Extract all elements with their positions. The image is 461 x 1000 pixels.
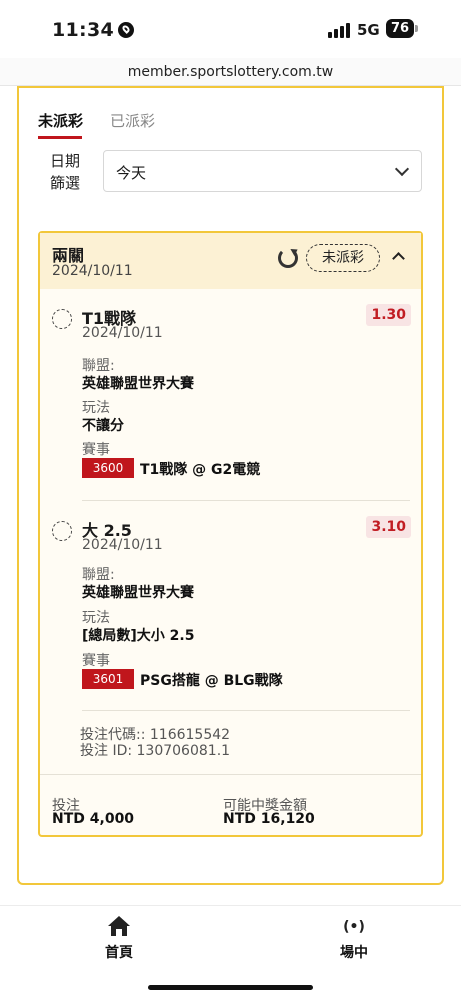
nav-live-label: 場中: [340, 945, 368, 961]
chevron-up-icon[interactable]: [392, 252, 405, 265]
bet-date: 2024/10/11: [52, 263, 133, 279]
date-filter-select[interactable]: 今天: [103, 150, 422, 192]
stake-value: NTD 4,000: [52, 811, 135, 827]
bet-selection: T1戰隊 2024/10/11 1.30 聯盟: 英雄聯盟世界大賽 玩法 不讓分…: [40, 289, 421, 501]
browser-url-bar[interactable]: member.sportslottery.com.tw: [0, 58, 461, 86]
bet-footer-divider: [40, 774, 421, 775]
date-filter-label-line1: 日期: [50, 152, 81, 170]
status-badge: 未派彩: [306, 244, 380, 272]
pending-status-icon: [52, 521, 72, 541]
selection-divider: [82, 710, 410, 711]
active-tab-indicator: [38, 136, 82, 139]
event-label: 賽事: [82, 442, 110, 458]
home-indicator: [148, 985, 313, 990]
nav-live[interactable]: (•) 場中: [324, 916, 384, 962]
selection-date: 2024/10/11: [82, 537, 163, 553]
battery-icon: 76: [386, 19, 414, 38]
market-value: 不讓分: [82, 418, 124, 434]
network-type: 5G: [357, 21, 380, 39]
league-value: 英雄聯盟世界大賽: [82, 585, 194, 601]
nav-home-label: 首頁: [105, 945, 133, 961]
home-icon: [107, 916, 131, 938]
odds-badge: 1.30: [366, 304, 411, 326]
market-label: 玩法: [82, 400, 110, 416]
date-filter-value: 今天: [116, 164, 147, 182]
status-bar: 11:34 5G 76: [0, 0, 461, 60]
odds-badge: 3.10: [366, 516, 411, 538]
tab-unpaid[interactable]: 未派彩: [38, 110, 83, 131]
date-filter-label: 日期 篩選: [50, 150, 86, 194]
frame-top-border: [17, 86, 444, 88]
bet-id: 投注 ID: 130706081.1: [80, 743, 231, 759]
event-label: 賽事: [82, 653, 110, 669]
chevron-down-icon: [394, 161, 410, 177]
league-label: 聯盟:: [82, 358, 115, 374]
bet-card-header[interactable]: 兩關 2024/10/11 未派彩: [40, 233, 421, 289]
market-label: 玩法: [82, 610, 110, 626]
match-code-badge: 3601: [82, 669, 134, 689]
pending-status-icon: [52, 309, 72, 329]
match-code-badge: 3600: [82, 458, 134, 478]
bet-selection: 大 2.5 2024/10/11 3.10 聯盟: 英雄聯盟世界大賽 玩法 [總…: [40, 501, 421, 711]
date-filter-label-line2: 篩選: [50, 174, 81, 192]
league-label: 聯盟:: [82, 567, 115, 583]
bet-card: 兩關 2024/10/11 未派彩 T1戰隊 2024/10/11 1.30 聯…: [38, 231, 423, 837]
selection-date: 2024/10/11: [82, 325, 163, 341]
location-icon: [117, 22, 134, 38]
match-name: PSG搭龍 @ BLG戰隊: [140, 673, 283, 689]
refresh-icon[interactable]: [278, 248, 298, 268]
cellular-signal-icon: [328, 22, 350, 38]
league-value: 英雄聯盟世界大賽: [82, 376, 194, 392]
match-name: T1戰隊 @ G2電競: [140, 462, 261, 478]
payout-value: NTD 16,120: [223, 811, 315, 827]
nav-home[interactable]: 首頁: [89, 916, 149, 962]
battery-cap: [415, 25, 418, 32]
tab-paid[interactable]: 已派彩: [110, 110, 155, 131]
live-signal-icon: (•): [343, 919, 365, 935]
status-time: 11:34: [52, 19, 134, 41]
market-value: [總局數]大小 2.5: [82, 628, 195, 644]
